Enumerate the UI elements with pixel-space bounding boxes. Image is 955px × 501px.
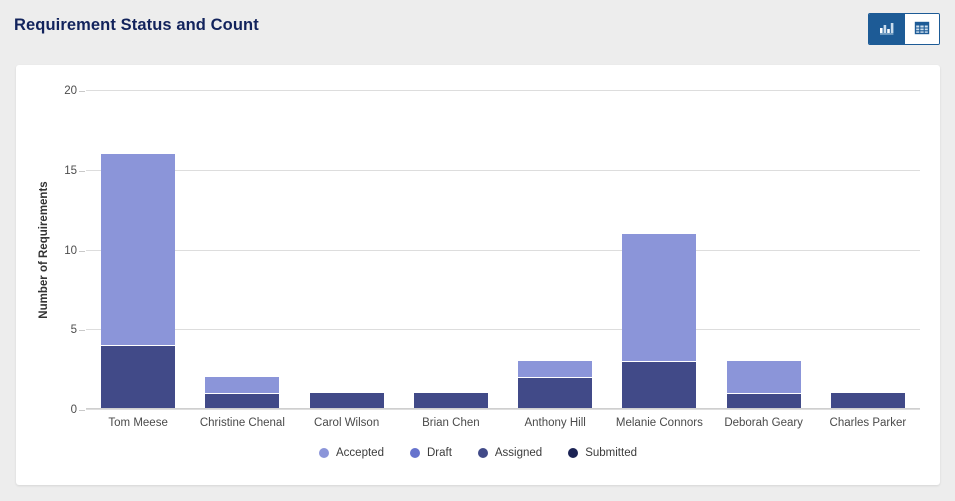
x-axis-labels: Tom Meese Christine Chenal Carol Wilson Bri… bbox=[86, 417, 920, 429]
chart-page: Requirement Status and Count Number of R… bbox=[0, 0, 955, 501]
legend-item[interactable]: Assigned bbox=[477, 447, 543, 459]
x-axis-label: Tom Meese bbox=[108, 417, 168, 429]
legend-color-swatch bbox=[409, 448, 420, 458]
legend-label: Draft bbox=[426, 447, 452, 459]
chart-legend: Accepted Draft Assigned Submitted bbox=[16, 447, 940, 459]
bar-segment[interactable] bbox=[413, 393, 488, 409]
bar-segment[interactable] bbox=[726, 393, 801, 409]
x-axis-label: Brian Chen bbox=[422, 417, 480, 429]
page-title: Requirement Status and Count bbox=[14, 16, 259, 34]
plot-area: 0 5 10 15 20 bbox=[64, 85, 920, 416]
view-toggle-group[interactable] bbox=[868, 13, 940, 45]
bar-column[interactable] bbox=[607, 90, 711, 409]
y-axis-tick: 5 bbox=[70, 324, 86, 337]
legend-item[interactable]: Accepted bbox=[319, 447, 384, 459]
legend-label: Accepted bbox=[336, 447, 384, 459]
bar-stack[interactable] bbox=[101, 153, 176, 409]
bar-segment[interactable] bbox=[830, 393, 905, 409]
y-axis-tick: 0 bbox=[70, 404, 86, 416]
x-axis-label: Melanie Connors bbox=[615, 417, 703, 429]
bar-series bbox=[86, 90, 920, 409]
bar-stack[interactable] bbox=[309, 393, 384, 409]
bar-column[interactable] bbox=[503, 90, 607, 409]
table-view-button[interactable] bbox=[904, 14, 939, 44]
legend-label: Assigned bbox=[494, 447, 543, 459]
bar-segment[interactable] bbox=[101, 153, 176, 346]
bar-stack[interactable] bbox=[622, 233, 697, 409]
x-axis-label: Anthony Hill bbox=[524, 417, 586, 429]
bar-chart-icon bbox=[879, 20, 895, 39]
bar-column[interactable] bbox=[816, 90, 920, 409]
legend-item[interactable]: Submitted bbox=[568, 447, 637, 459]
bar-segment[interactable] bbox=[205, 393, 280, 409]
bar-segment[interactable] bbox=[518, 361, 593, 378]
bar-column[interactable] bbox=[86, 90, 190, 409]
legend-color-swatch bbox=[319, 448, 330, 458]
x-axis-label: Christine Chenal bbox=[199, 417, 285, 429]
bar-column[interactable] bbox=[399, 90, 503, 409]
bar-column[interactable] bbox=[295, 90, 399, 409]
x-axis-label: Carol Wilson bbox=[314, 417, 380, 429]
bar-segment[interactable] bbox=[518, 377, 593, 409]
bar-segment[interactable] bbox=[205, 377, 280, 394]
bar-column[interactable] bbox=[190, 90, 294, 409]
legend-color-swatch bbox=[477, 448, 488, 458]
bar-segment[interactable] bbox=[101, 345, 176, 409]
legend-item[interactable]: Draft bbox=[409, 447, 452, 459]
y-axis-tick: 10 bbox=[64, 244, 85, 257]
bar-stack[interactable] bbox=[413, 393, 488, 409]
bar-segment[interactable] bbox=[622, 361, 697, 409]
bar-stack[interactable] bbox=[726, 361, 801, 409]
table-grid-icon bbox=[914, 20, 930, 39]
chart-card: Number of Requirements 0 5 10 15 20 Tom Mees… bbox=[16, 65, 940, 485]
bar-segment[interactable] bbox=[309, 393, 384, 409]
x-axis-label: Deborah Geary bbox=[724, 417, 803, 429]
legend-color-swatch bbox=[568, 448, 579, 458]
gridline: 0 bbox=[71, 404, 920, 416]
y-axis-tick: 20 bbox=[64, 85, 85, 97]
legend-label: Submitted bbox=[585, 447, 637, 459]
bar-stack[interactable] bbox=[205, 377, 280, 409]
bar-segment[interactable] bbox=[622, 233, 697, 362]
bar-column[interactable] bbox=[712, 90, 816, 409]
page-header: Requirement Status and Count bbox=[0, 0, 955, 60]
bar-stack[interactable] bbox=[518, 361, 593, 409]
x-axis-line bbox=[86, 408, 920, 409]
bar-stack[interactable] bbox=[830, 393, 905, 409]
chart-view-button[interactable] bbox=[869, 14, 904, 44]
x-axis-label: Charles Parker bbox=[829, 417, 907, 429]
y-axis-tick: 15 bbox=[64, 164, 85, 177]
y-axis-title: Number of Requirements bbox=[38, 181, 50, 319]
bar-segment[interactable] bbox=[726, 361, 801, 394]
